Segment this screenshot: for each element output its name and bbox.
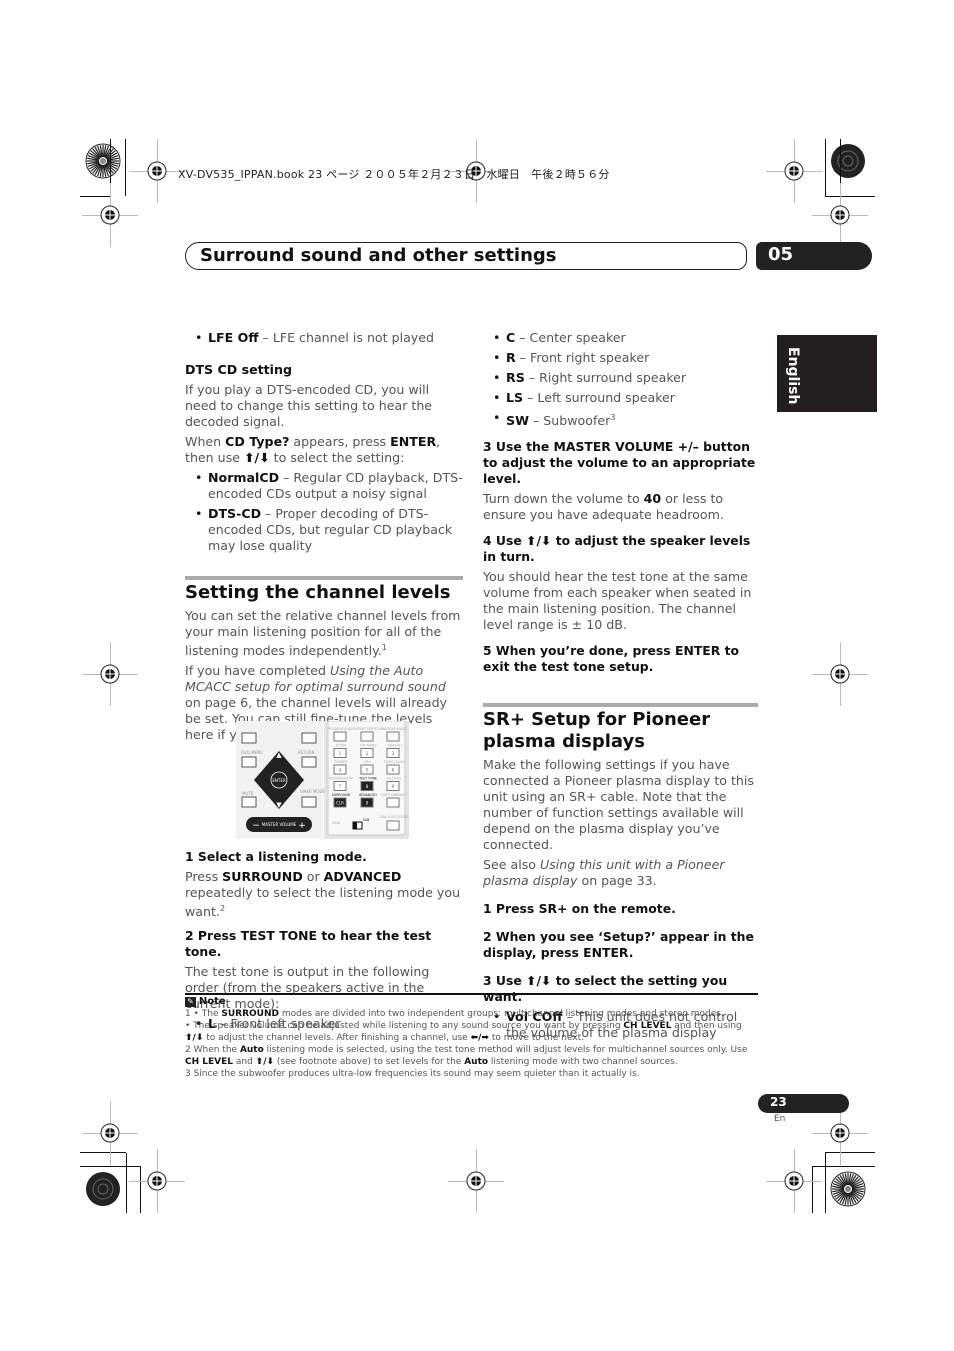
footnote-line: • The speaker volume can be adjusted whi… xyxy=(185,1021,742,1031)
svg-text:8: 8 xyxy=(366,784,369,789)
svg-text:MASTER VOLUME: MASTER VOLUME xyxy=(262,822,297,827)
svg-text:5: 5 xyxy=(366,768,369,773)
svg-text:ZOOM: ZOOM xyxy=(336,744,346,748)
remote-button xyxy=(386,797,400,808)
step-5: 5 When you’re done, press ENTER to exit … xyxy=(483,643,740,675)
footnote-line: 3 Since the subwoofer produces ultra-low… xyxy=(185,1069,640,1079)
step-3: 3 Use the MASTER VOLUME +/– button to ad… xyxy=(483,439,756,487)
list-item: LS – Left surround speaker xyxy=(483,390,758,406)
language-tab-label: English xyxy=(785,347,801,405)
svg-text:SR+: SR+ xyxy=(365,760,372,764)
note-icon: ✎ xyxy=(185,996,196,1007)
svg-text:ENTER: ENTER xyxy=(272,778,285,783)
svg-text:SURROUND: SURROUND xyxy=(332,793,351,797)
svg-text:1: 1 xyxy=(339,751,342,756)
svg-text:3: 3 xyxy=(392,751,395,756)
svg-text:CH LEVEL: CH LEVEL xyxy=(386,777,402,781)
section-title-bar: Surround sound and other settings xyxy=(185,242,747,270)
footnote-line: CH LEVEL and ⬆/⬇ (see footnote above) to… xyxy=(185,1057,678,1067)
footnote-line: ⬆/⬇ to adjust the channel levels. After … xyxy=(185,1033,585,1043)
list-item: LFE Off – LFE channel is not played xyxy=(185,330,463,346)
list-item: RS – Right surround speaker xyxy=(483,370,758,386)
registration-disc-icon xyxy=(831,144,865,178)
svg-text:TEST TONE: TEST TONE xyxy=(358,777,377,781)
svg-text:TOP MENU: TOP MENU xyxy=(359,744,378,748)
svg-text:DISPLAY: DISPLAY xyxy=(387,744,400,748)
svg-text:SYSTEM SETUP: SYSTEM SETUP xyxy=(329,777,353,781)
sr-step-1: 1 Press SR+ on the remote. xyxy=(483,901,676,917)
notes-title: Note xyxy=(198,996,226,1007)
heading-channel-levels: Setting the channel levels xyxy=(185,582,451,603)
svg-text:WAKE MODE: WAKE MODE xyxy=(300,789,326,794)
footnote-line: 2 When the Auto listening mode is select… xyxy=(185,1045,748,1055)
footnotes: ✎ Note 1 • The SURROUND modes are divide… xyxy=(185,994,758,1080)
svg-text:4: 4 xyxy=(339,768,342,773)
step-1: 1 Select a listening mode. xyxy=(185,849,367,864)
print-metadata: XV-DV535_IPPAN.book 23 ページ ２００５年２月２３日 水曜… xyxy=(178,168,610,181)
up-down-arrow-icon: ⬆/⬇ xyxy=(243,450,270,465)
section-rule xyxy=(483,703,758,708)
svg-text:7: 7 xyxy=(339,784,342,789)
section-rule xyxy=(185,576,463,580)
list-item: R – Front right speaker xyxy=(483,350,758,366)
paragraph: When CD Type? appears, press ENTER, then… xyxy=(185,434,441,465)
svg-text:TIMER CLOCK: TIMER CLOCK xyxy=(382,760,406,764)
remote-control-illustration: DVD MENU RETURN MUTE WAKE MODE ▲ ▼ ENTER… xyxy=(236,721,409,839)
page-language: En xyxy=(774,1114,786,1124)
sr-step-2: 2 When you see ‘Setup?’ appear in the di… xyxy=(483,929,754,961)
remote-button xyxy=(333,731,347,742)
svg-text:9: 9 xyxy=(392,784,395,789)
subheading-dts-cd: DTS CD setting xyxy=(185,362,292,377)
svg-text:2: 2 xyxy=(366,751,369,756)
chapter-badge: 05 xyxy=(756,242,872,270)
svg-text:DIMMER: DIMMER xyxy=(334,760,348,764)
step-2: 2 Press TEST TONE to hear the test tone. xyxy=(185,928,432,960)
svg-text:▲: ▲ xyxy=(276,751,282,759)
page-number-badge: 23 xyxy=(758,1094,849,1113)
section-title: Surround sound and other settings xyxy=(200,245,557,266)
svg-text:0: 0 xyxy=(366,801,369,806)
svg-text:ADVANCED: ADVANCED xyxy=(359,793,377,797)
right-column: C – Center speaker R – Front right speak… xyxy=(483,330,758,1045)
svg-text:DIALOGUE SOUND: DIALOGUE SOUND xyxy=(379,815,409,819)
footnote-line: 1 • The SURROUND modes are divided into … xyxy=(185,1009,724,1019)
remote-label: DVD MENU xyxy=(241,750,263,755)
svg-text:6: 6 xyxy=(392,768,395,773)
paragraph: If you play a DTS-encoded CD, you will n… xyxy=(185,382,433,429)
svg-text:+: + xyxy=(298,821,306,831)
list-item: NormalCD – Regular CD playback, DTS-enco… xyxy=(185,470,463,502)
svg-text:MUTE: MUTE xyxy=(242,791,254,796)
step-4: 4 Use ⬆/⬇ to adjust the speaker levels i… xyxy=(483,533,751,565)
paragraph: Turn down the volume to 40 or less to en… xyxy=(483,491,724,523)
registration-starburst-icon xyxy=(85,143,121,179)
svg-text:SUB: SUB xyxy=(363,818,370,822)
svg-text:CLR: CLR xyxy=(336,801,344,806)
paragraph: Press SURROUND or ADVANCED repeatedly to… xyxy=(185,869,461,920)
chapter-number: 05 xyxy=(768,244,794,265)
list-item: DTS-CD – Proper decoding of DTS-encoded … xyxy=(185,506,463,554)
list-item: C – Center speaker xyxy=(483,330,758,346)
paragraph: You should hear the test tone at the sam… xyxy=(483,569,752,633)
svg-text:QUIET MIDNIGHT: QUIET MIDNIGHT xyxy=(380,793,407,797)
remote-button xyxy=(360,731,374,742)
svg-text:PROGRAM AUDIO: PROGRAM AUDIO xyxy=(327,727,355,731)
page-number: 23 xyxy=(770,1095,787,1109)
svg-text:RETURN: RETURN xyxy=(298,750,314,755)
paragraph: Make the following settings if you have … xyxy=(483,757,754,853)
svg-text:RANDOM ANGLE: RANDOM ANGLE xyxy=(381,727,407,731)
heading-sr-plus: SR+ Setup for Pioneer plasma displays xyxy=(483,709,711,753)
registration-starburst-icon xyxy=(830,1171,866,1207)
svg-text:▼: ▼ xyxy=(276,801,282,809)
list-item: SW – Subwoofer3 xyxy=(483,410,758,429)
paragraph: See also Using this unit with a Pioneer … xyxy=(483,857,725,889)
left-column: LFE Off – LFE channel is not played DTS … xyxy=(185,330,463,747)
svg-text:MAIN: MAIN xyxy=(332,821,341,825)
language-tab: English xyxy=(777,335,877,412)
svg-text:REPEAT SUBTITLE: REPEAT SUBTITLE xyxy=(354,727,382,731)
svg-text:−: − xyxy=(252,821,260,831)
registration-disc-icon xyxy=(86,1172,120,1206)
remote-button xyxy=(386,731,400,742)
paragraph: You can set the relative channel levels … xyxy=(185,608,461,659)
